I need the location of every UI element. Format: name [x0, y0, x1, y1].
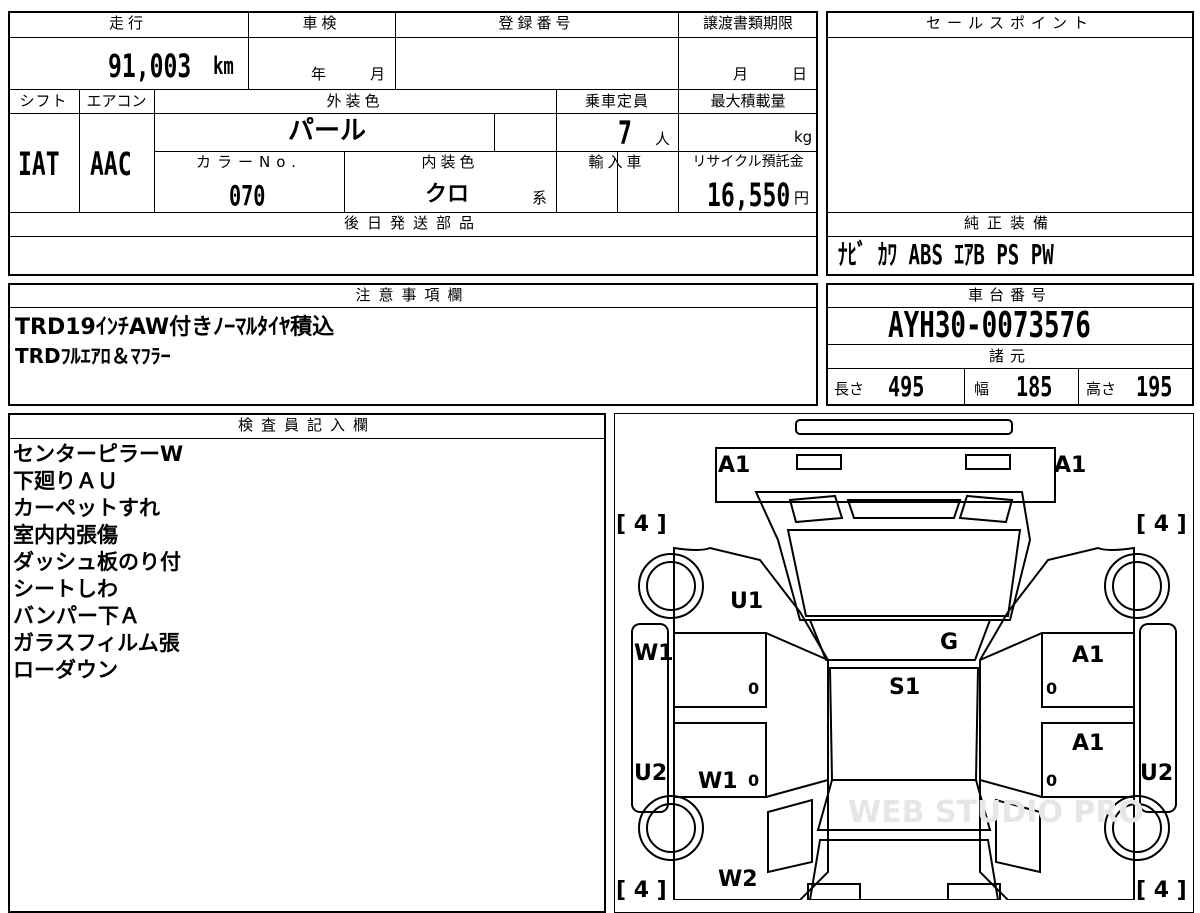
inspection-month-unit: 月	[370, 65, 386, 83]
front-vent-left-shape	[788, 494, 844, 524]
windshield-area-shape	[786, 529, 1022, 617]
later-parts-label: 後日発送部品	[343, 214, 482, 232]
inspector-line: バンパー下Ａ	[13, 604, 141, 628]
windshield-shape	[808, 619, 992, 661]
capacity-unit: 人	[655, 130, 671, 148]
mark-a1-front-right: A1	[1054, 453, 1086, 478]
mark-tire-front-right: [ 4 ]	[1136, 512, 1187, 537]
mileage-value: 91,003	[108, 47, 192, 85]
recycle-fee-label: リサイクル預託金	[692, 154, 804, 170]
exterior-color-label: 外装色	[326, 92, 384, 110]
tail-light-right-shape	[947, 883, 1001, 900]
height-label: 高さ	[1086, 380, 1117, 398]
mark-tire-rear-right: [ 4 ]	[1136, 878, 1187, 900]
mark-s1: S1	[889, 675, 920, 700]
mark-a1-front-left: A1	[718, 453, 750, 478]
mark-u2-right: U2	[1140, 761, 1173, 786]
genuine-equipment-label: 純正装備	[963, 214, 1056, 232]
color-no-label: カラーNo.	[196, 153, 302, 171]
max-load-unit: kg	[794, 128, 813, 146]
mileage-unit: km	[213, 52, 234, 80]
recycle-fee-unit: 円	[794, 189, 810, 207]
aircon-label: エアコン	[86, 92, 147, 110]
chassis-label: 車台番号	[967, 286, 1052, 304]
front-vent-right-shape	[958, 494, 1014, 524]
front-bumper-shape	[795, 419, 1013, 435]
wheel-rear-left-inner	[646, 803, 696, 853]
mark-tire-front-left: [ 4 ]	[616, 512, 667, 537]
mark-w1-left: W1	[634, 641, 674, 666]
inspector-line: センターピラーW	[13, 442, 184, 466]
headlight-right-shape	[965, 454, 1011, 470]
interior-color-suffix: 系	[532, 189, 548, 207]
length-value: 495	[888, 370, 925, 403]
interior-color-label: 内装色	[421, 153, 479, 171]
max-load-label: 最大積載量	[710, 92, 786, 110]
capacity-value: 7	[618, 114, 632, 152]
inspector-line: カーペットすれ	[13, 496, 160, 520]
chassis-value: AYH30-0073576	[888, 305, 1091, 346]
headlight-left-shape	[796, 454, 842, 470]
mileage-label: 走行	[108, 14, 147, 32]
transfer-deadline-label: 譲渡書類期限	[702, 14, 793, 32]
mark-zero-left-front: 0	[748, 679, 759, 698]
wheel-front-left-shape	[638, 553, 704, 619]
mark-w2: W2	[718, 867, 758, 892]
import-label: 輸入車	[588, 153, 646, 171]
front-panel-shape	[715, 447, 1056, 503]
mark-g: G	[940, 630, 958, 655]
inspector-line: ガラスフィルム張	[13, 631, 180, 655]
mark-zero-left-rear: 0	[748, 771, 759, 790]
notes-line-2: TRDﾌﾙｴｱﾛ＆ﾏﾌﾗｰ	[15, 344, 171, 368]
wheel-front-right-inner	[1112, 561, 1162, 611]
inspector-line: ダッシュ板のり付	[13, 550, 181, 574]
rear-quarter-left-shape	[767, 798, 813, 874]
registration-label: 登録番号	[498, 14, 575, 32]
inspector-label: 検査員記入欄	[237, 416, 376, 434]
inspection-year-unit: 年	[311, 65, 327, 83]
mark-a1-right-front-door: A1	[1072, 643, 1104, 668]
vehicle-damage-diagram: WEB STUDIO PRO A1 A1 [ 4 ] [ 4 ] U1 G W1…	[616, 419, 1187, 900]
color-no-value: 070	[229, 179, 266, 212]
shift-value: IAT	[18, 145, 60, 183]
aircon-value: AAC	[90, 145, 132, 183]
wheel-front-right-shape	[1104, 553, 1170, 619]
rear-hatch-shape	[808, 839, 1000, 900]
inspector-line: 下廻りＡＵ	[13, 469, 118, 493]
specs-label: 諸元	[988, 347, 1031, 365]
deadline-month-unit: 月	[733, 65, 749, 83]
wheel-rear-left-shape	[638, 795, 704, 861]
mark-a1-right-rear-door: A1	[1072, 731, 1104, 756]
width-label: 幅	[974, 380, 990, 398]
notes-line-1: TRD19ｲﾝﾁAW付きﾉｰﾏﾙﾀｲﾔ積込	[15, 315, 335, 340]
deadline-day-unit: 日	[792, 65, 808, 83]
exterior-color-value: パール	[288, 116, 367, 146]
shift-label: シフト	[19, 92, 68, 110]
mark-zero-right-rear: 0	[1046, 771, 1057, 790]
wheel-front-left-inner	[646, 561, 696, 611]
inspector-line: シートしわ	[13, 577, 118, 601]
inspector-line: ローダウン	[13, 658, 118, 682]
mark-zero-right-front: 0	[1046, 679, 1057, 698]
mark-w1-rear: W1	[698, 769, 738, 794]
hood-shape	[754, 491, 1032, 621]
height-value: 195	[1136, 370, 1173, 403]
mark-tire-rear-left: [ 4 ]	[616, 878, 667, 900]
notes-label: 注意事項欄	[355, 286, 471, 304]
inspector-notes: センターピラーW 下廻りＡＵ カーペットすれ 室内内張傷 ダッシュ板のり付 シー…	[13, 441, 183, 684]
tail-light-left-shape	[807, 883, 861, 900]
width-value: 185	[1016, 370, 1053, 403]
sales-point-label: セールスポイント	[925, 14, 1094, 32]
mark-u2-left: U2	[634, 761, 667, 786]
capacity-label: 乗車定員	[584, 92, 649, 110]
door-link-lines	[765, 632, 1043, 798]
watermark-text: WEB STUDIO PRO	[848, 795, 1144, 830]
genuine-equipment-value: ﾅﾋﾞ ｶﾜ ABS ｴｱB PS PW	[838, 238, 1054, 271]
inspection-label: 車検	[302, 14, 341, 32]
length-label: 長さ	[834, 380, 865, 398]
interior-color-value: クロ	[425, 182, 470, 207]
mark-u1: U1	[730, 589, 763, 614]
inspector-line: 室内内張傷	[13, 523, 118, 547]
